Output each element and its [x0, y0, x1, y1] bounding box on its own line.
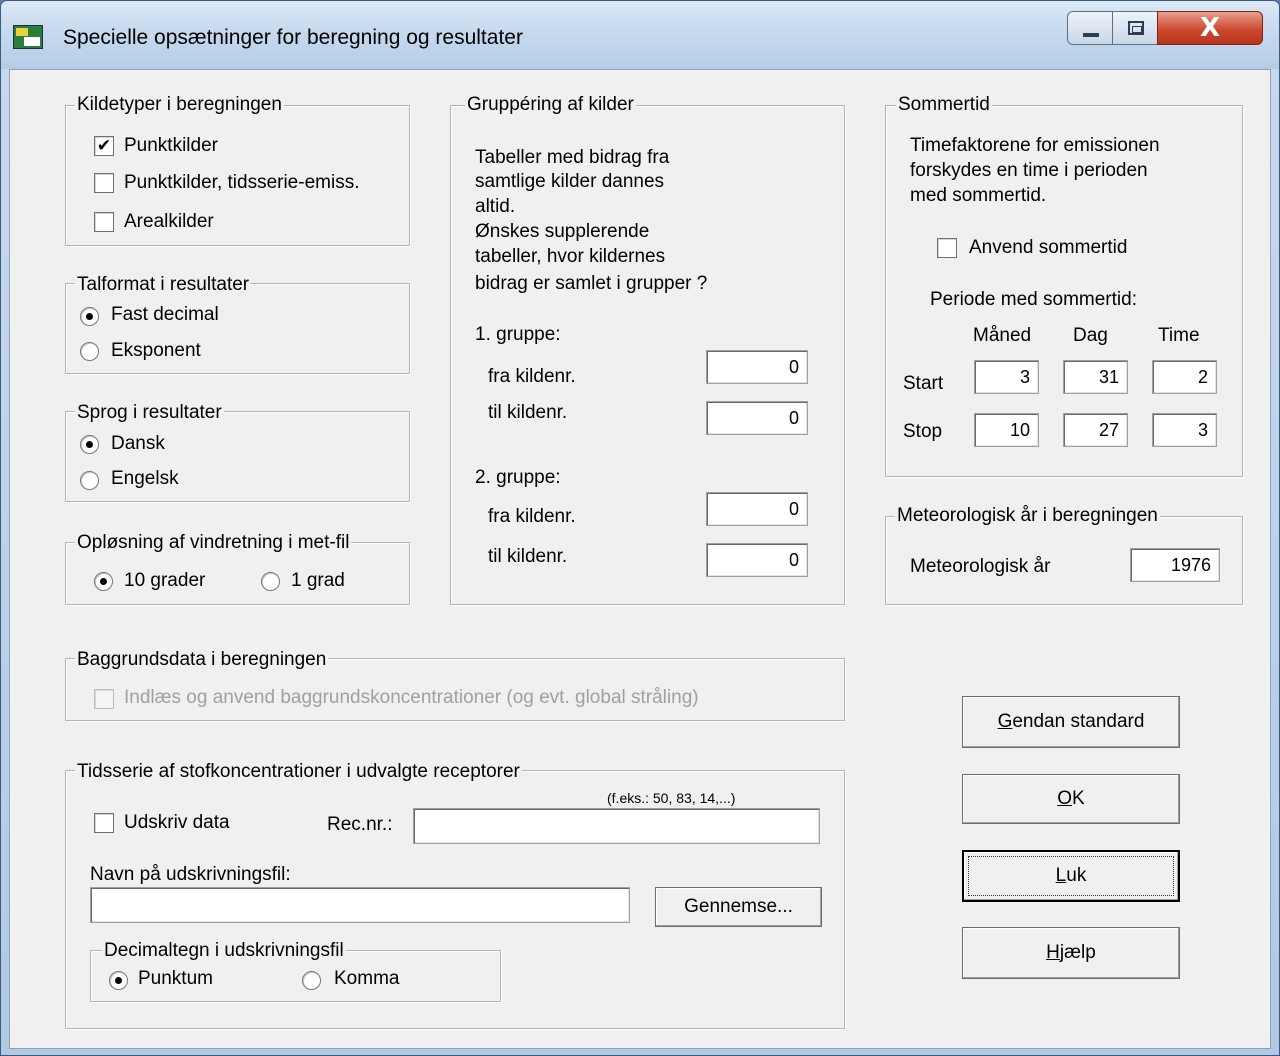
sommertid-desc-1: Timefaktorene for emissionen — [910, 135, 1160, 156]
label-eksponent: Eksponent — [111, 340, 201, 361]
stop-maaned-input[interactable]: 10 — [974, 413, 1039, 447]
checkbox-punktkilder-tidsserie[interactable] — [94, 173, 114, 193]
radio-fast-decimal[interactable] — [80, 307, 99, 326]
gruppering-desc-3: altid. — [475, 196, 516, 217]
radio-eksponent[interactable] — [80, 342, 99, 361]
gruppering-desc-6: bidrag er samlet i grupper ? — [475, 273, 708, 294]
label-10-grader: 10 grader — [124, 570, 206, 591]
group-meteorologisk-legend: Meteorologisk år i beregningen — [895, 505, 1160, 527]
label-udskriv-data: Udskriv data — [124, 812, 230, 833]
recnr-input[interactable] — [413, 808, 820, 844]
header-time: Time — [1158, 325, 1200, 346]
gruppering-desc-4: Ønskes supplerende — [475, 221, 650, 242]
label-recnr: Rec.nr.: — [327, 814, 393, 835]
group2-til-input[interactable]: 0 — [706, 543, 808, 577]
group-tidsserie-legend: Tidsserie af stofkoncentrationer i udval… — [75, 761, 522, 783]
recnr-hint: (f.eks.: 50, 83, 14,...) — [607, 790, 736, 806]
meteorologisk-label: Meteorologisk år — [910, 556, 1051, 577]
label-punktkilder-tidsserie: Punktkilder, tidsserie-emiss. — [124, 172, 360, 193]
label-anvend-sommertid: Anvend sommertid — [969, 237, 1128, 258]
minimize-icon — [1083, 33, 1099, 37]
group1-label: 1. gruppe: — [475, 324, 561, 345]
radio-10-grader[interactable] — [94, 572, 113, 591]
group2-til-label: til kildenr. — [488, 546, 568, 567]
radio-engelsk[interactable] — [80, 471, 99, 490]
browse-button[interactable]: Gennemse... — [655, 887, 822, 927]
meteorologisk-aar-input[interactable]: 1976 — [1130, 548, 1220, 582]
label-punktum: Punktum — [138, 968, 213, 989]
start-label: Start — [903, 373, 944, 394]
title-bar[interactable]: Specielle opsætninger for beregning og r… — [1, 1, 1279, 69]
ok-button[interactable]: OK — [962, 774, 1180, 824]
group-oploesning-legend: Opløsning af vindretning i met-fil — [75, 532, 352, 554]
label-fast-decimal: Fast decimal — [111, 304, 219, 325]
stop-dag-input[interactable]: 27 — [1063, 413, 1128, 447]
window-title: Specielle opsætninger for beregning og r… — [63, 26, 523, 49]
dialog-window: Specielle opsætninger for beregning og r… — [0, 0, 1280, 1056]
minimize-button[interactable] — [1067, 11, 1113, 45]
gruppering-desc-1: Tabeller med bidrag fra — [475, 147, 670, 168]
group1-fra-input[interactable]: 0 — [706, 350, 808, 384]
maximize-button[interactable] — [1112, 11, 1158, 45]
stop-time-input[interactable]: 3 — [1152, 413, 1217, 447]
group-kildetyper-legend: Kildetyper i beregningen — [75, 94, 284, 116]
radio-komma[interactable] — [302, 971, 321, 990]
close-icon: X — [1199, 13, 1221, 43]
app-icon — [13, 25, 43, 49]
label-filnavn: Navn på udskrivningsfil: — [90, 864, 291, 885]
group-sprog-legend: Sprog i resultater — [75, 402, 224, 424]
label-engelsk: Engelsk — [111, 468, 179, 489]
group-talformat-legend: Talformat i resultater — [75, 274, 252, 296]
group-baggrund-legend: Baggrundsdata i beregningen — [75, 649, 329, 671]
group1-til-label: til kildenr. — [488, 402, 568, 423]
filnavn-input[interactable] — [90, 887, 630, 923]
header-maaned: Måned — [973, 325, 1032, 346]
checkbox-punktkilder[interactable]: ✔ — [94, 136, 114, 156]
periode-label: Periode med sommertid: — [930, 289, 1137, 310]
sommertid-desc-2: forskydes en time i perioden — [910, 160, 1148, 181]
group-gruppering-legend: Gruppéring af kilder — [465, 94, 636, 116]
group1-fra-label: fra kildenr. — [488, 366, 576, 387]
checkbox-baggrund[interactable] — [94, 689, 114, 709]
label-komma: Komma — [334, 968, 400, 989]
group2-fra-input[interactable]: 0 — [706, 492, 808, 526]
header-dag: Dag — [1073, 325, 1108, 346]
radio-dansk[interactable] — [80, 435, 99, 454]
label-arealkilder: Arealkilder — [124, 211, 214, 232]
group2-label: 2. gruppe: — [475, 467, 561, 488]
hjaelp-button[interactable]: Hjælp — [962, 927, 1180, 979]
sommertid-desc-3: med sommertid. — [910, 185, 1047, 206]
label-baggrund: Indlæs og anvend baggrundskoncentratione… — [124, 687, 699, 708]
checkbox-arealkilder[interactable] — [94, 212, 114, 232]
gendan-standard-button[interactable]: Gendan standard — [962, 696, 1180, 748]
group-sommertid-legend: Sommertid — [896, 94, 992, 116]
gruppering-desc-5: tabeller, hvor kildernes — [475, 246, 666, 267]
stop-label: Stop — [903, 421, 943, 442]
checkbox-anvend-sommertid[interactable] — [937, 238, 957, 258]
radio-punktum[interactable] — [109, 971, 128, 990]
radio-1-grad[interactable] — [261, 572, 280, 591]
luk-button[interactable]: Luk — [962, 850, 1180, 902]
gruppering-desc-2: samtlige kilder dannes — [475, 171, 665, 192]
group1-til-input[interactable]: 0 — [706, 401, 808, 435]
group-decimaltegn-legend: Decimaltegn i udskrivningsfil — [102, 940, 346, 962]
close-button[interactable]: X — [1157, 11, 1263, 45]
label-punktkilder: Punktkilder — [124, 135, 218, 156]
start-time-input[interactable]: 2 — [1152, 360, 1217, 394]
checkbox-udskriv-data[interactable] — [94, 813, 114, 833]
start-maaned-input[interactable]: 3 — [974, 360, 1039, 394]
start-dag-input[interactable]: 31 — [1063, 360, 1128, 394]
label-1-grad: 1 grad — [291, 570, 345, 591]
group2-fra-label: fra kildenr. — [488, 506, 576, 527]
dialog-client-area: Kildetyper i beregningen ✔ Punktkilder P… — [9, 69, 1271, 1049]
label-dansk: Dansk — [111, 433, 165, 454]
